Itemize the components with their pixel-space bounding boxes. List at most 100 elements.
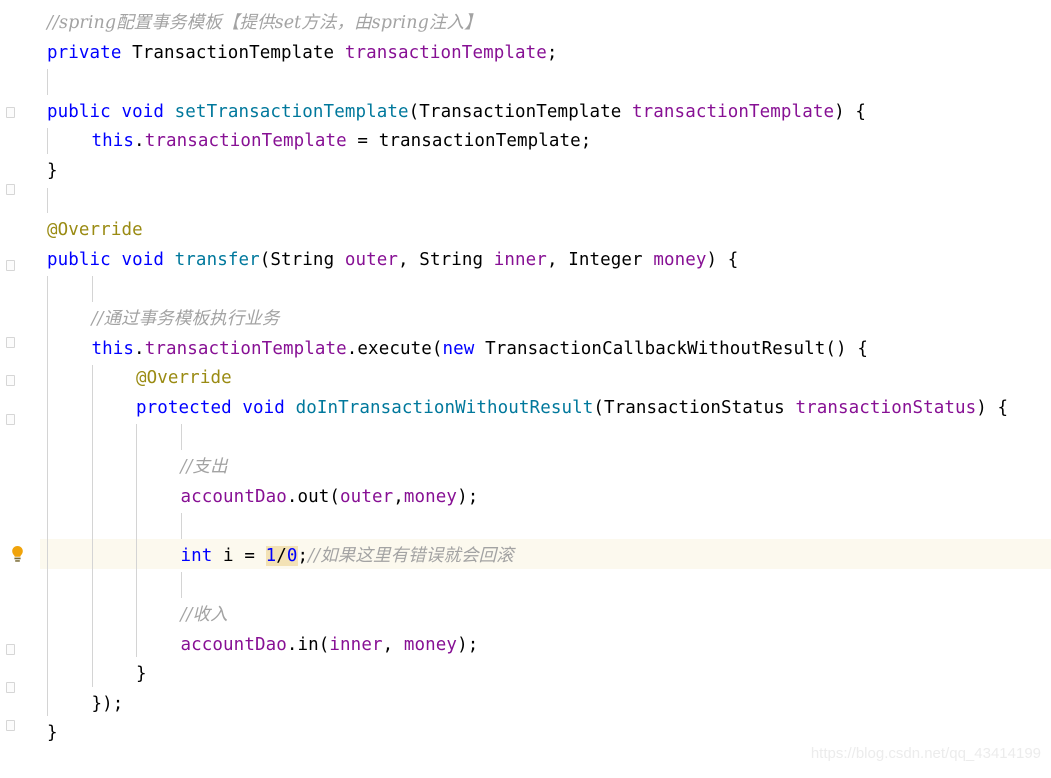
code-token: ); (457, 486, 479, 507)
watermark: https://blog.csdn.net/qq_43414199 (810, 745, 1041, 762)
code-token: transactionTemplate (144, 338, 347, 359)
code-line[interactable]: accountDao.out(outer,money); (181, 482, 479, 512)
code-token: public (47, 249, 111, 270)
code-token: this (91, 338, 135, 359)
code-line[interactable]: //支出 (181, 452, 228, 482)
fold-marker-icon[interactable] (6, 184, 15, 195)
code-line[interactable]: //通过事务模板执行业务 (92, 304, 280, 334)
code-token: //spring配置事务模板【提供set方法，由spring注入】 (47, 13, 482, 33)
code-line[interactable]: } (47, 156, 58, 186)
code-line[interactable]: int i = 1/0;//如果这里有错误就会回滚 (181, 541, 514, 571)
code-token: money (403, 486, 458, 507)
code-token: inner (493, 249, 547, 270)
code-token: doInTransactionWithoutResult (295, 397, 594, 418)
fold-marker-icon[interactable] (6, 720, 15, 731)
code-token: money (653, 249, 707, 270)
fold-marker-icon[interactable] (6, 414, 15, 425)
code-line[interactable]: } (47, 718, 58, 748)
code-token: (TransactionStatus (593, 397, 796, 418)
code-token: , (382, 634, 404, 655)
fold-marker-icon[interactable] (6, 682, 15, 693)
code-line[interactable]: }); (92, 689, 124, 719)
code-token: setTransactionTemplate (174, 101, 409, 122)
code-token: } (47, 723, 58, 744)
code-token: ; (580, 131, 592, 152)
code-content[interactable]: //spring配置事务模板【提供set方法，由spring注入】 private… (0, 0, 1051, 773)
code-token: //支出 (180, 457, 228, 477)
code-token: //通过事务模板执行业务 (91, 309, 280, 329)
code-token: void (121, 249, 165, 270)
code-token: , String (398, 249, 494, 270)
code-token: , (393, 486, 404, 507)
code-token: }); (91, 693, 124, 714)
code-token: transactionTemplate (144, 131, 347, 152)
code-token: transactionTemplate (378, 131, 581, 152)
code-line[interactable]: this.transactionTemplate = transactionTe… (92, 126, 592, 156)
code-line[interactable]: //spring配置事务模板【提供set方法，由spring注入】 (47, 8, 482, 38)
code-line[interactable]: private TransactionTemplate transactionT… (47, 38, 558, 68)
code-token: .out( (286, 486, 341, 507)
code-token: //如果这里有错误就会回滚 (308, 545, 514, 566)
code-line[interactable]: @Override (136, 363, 232, 393)
code-line[interactable]: public void setTransactionTemplate(Trans… (47, 97, 866, 127)
code-token: int (180, 545, 213, 566)
code-token: (TransactionTemplate (408, 101, 633, 122)
lightbulb-icon[interactable] (10, 545, 25, 564)
code-token: TransactionTemplate (121, 42, 345, 63)
code-token: 0 (286, 545, 298, 566)
code-token: accountDao (180, 486, 287, 507)
code-token: .execute( (346, 338, 443, 359)
code-token: void (242, 397, 285, 418)
code-token: transactionTemplate (344, 42, 547, 63)
code-token: this (91, 131, 135, 152)
code-token: transactionTemplate (632, 101, 835, 122)
code-token: outer (340, 486, 394, 507)
code-token: ); (457, 634, 479, 655)
code-line[interactable]: } (136, 659, 147, 689)
code-line[interactable]: public void transfer(String outer, Strin… (47, 245, 738, 275)
code-line[interactable]: @Override (47, 215, 143, 245)
fold-marker-icon[interactable] (6, 337, 15, 348)
code-line[interactable]: this.transactionTemplate.execute(new Tra… (92, 334, 868, 364)
fold-marker-icon[interactable] (6, 644, 15, 655)
code-token: public (47, 101, 111, 122)
code-token: . (134, 131, 145, 152)
fold-marker-icon[interactable] (6, 260, 15, 271)
code-line[interactable]: accountDao.in(inner, money); (181, 630, 479, 660)
code-token: void (121, 101, 165, 122)
code-token: outer (344, 249, 399, 270)
code-token: . (134, 338, 145, 359)
code-token: i = (212, 545, 266, 566)
code-token: ) { (976, 397, 1009, 418)
code-token: (String (259, 249, 345, 270)
code-line[interactable]: protected void doInTransactionWithoutRes… (136, 393, 1008, 423)
code-token: } (47, 161, 58, 181)
code-token: / (276, 545, 287, 566)
code-token: ) { (834, 101, 867, 122)
code-token: , Integer (546, 249, 654, 270)
fold-marker-icon[interactable] (6, 375, 15, 386)
code-editor[interactable]: //spring配置事务模板【提供set方法，由spring注入】 private… (0, 0, 1051, 773)
code-token: 1 (265, 545, 277, 566)
code-token: ; (546, 42, 558, 63)
code-token: @Override (47, 220, 143, 241)
code-token: inner (329, 634, 383, 655)
code-token: transactionStatus (795, 397, 977, 418)
code-token: ; (297, 545, 309, 566)
code-line[interactable]: //收入 (181, 600, 228, 630)
code-token: private (47, 42, 122, 63)
code-token: ) { (706, 249, 739, 270)
code-token: .in( (286, 634, 330, 655)
editor-gutter[interactable] (0, 0, 40, 772)
code-token: = (346, 131, 379, 152)
code-token: //收入 (180, 605, 228, 625)
code-token: accountDao (180, 634, 287, 655)
fold-marker-icon[interactable] (6, 107, 15, 118)
code-token: new (442, 338, 475, 359)
